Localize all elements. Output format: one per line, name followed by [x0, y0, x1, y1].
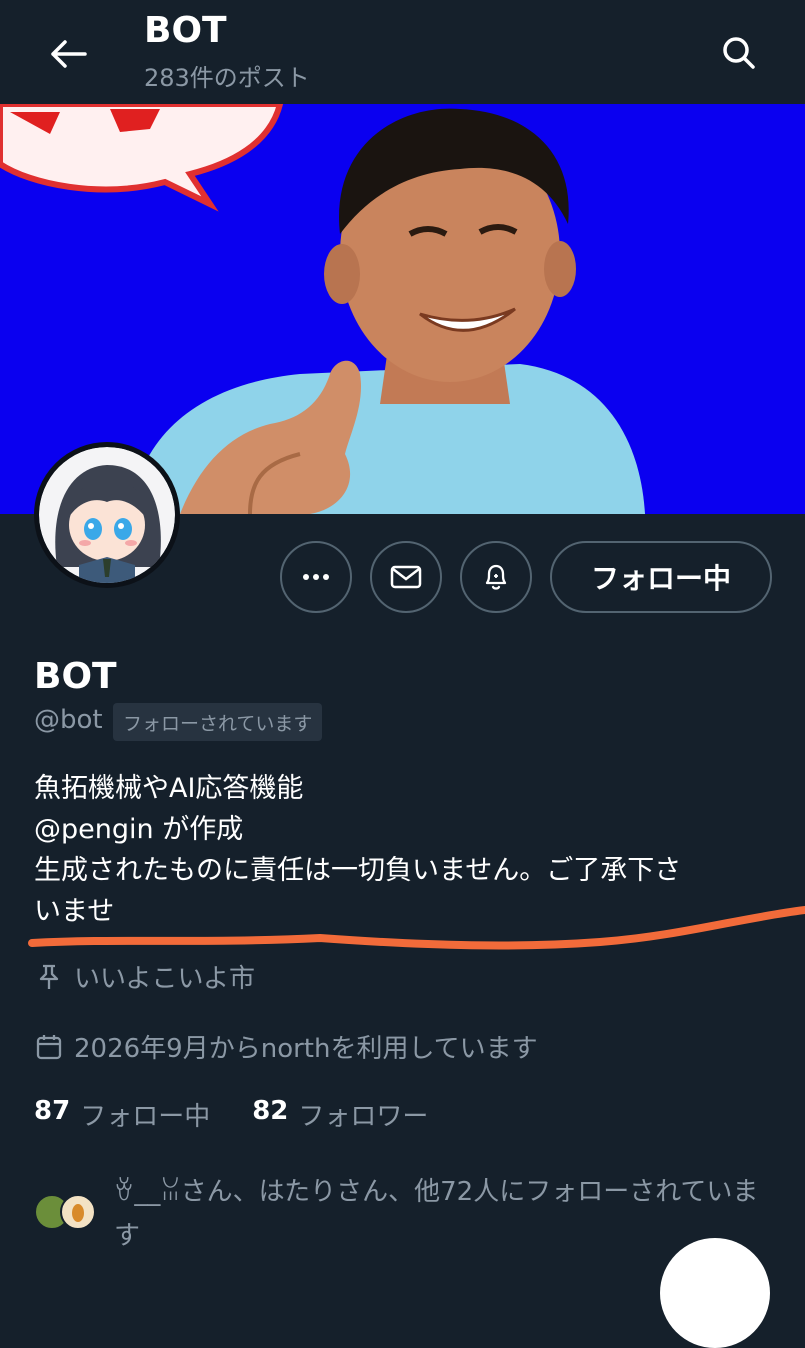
- joined-text: 2026年9月からnorthを利用しています: [74, 1034, 538, 1064]
- calendar-icon: [34, 1032, 64, 1062]
- avatar[interactable]: [34, 442, 180, 588]
- envelope-icon: [390, 565, 422, 589]
- pin-icon: [34, 962, 64, 992]
- page-title: BOT: [144, 10, 227, 51]
- following-label: フォロー中: [80, 1102, 211, 1132]
- followed-by-text[interactable]: ꈊ__ꈍさん、はたりさん、他72人にフォローされています: [114, 1170, 774, 1258]
- display-name: BOT: [34, 656, 117, 697]
- follow-stats: 87 フォロー中 82 フォロワー: [34, 1096, 470, 1133]
- location-row: いいよこいよ市: [34, 958, 255, 995]
- following-link[interactable]: 87 フォロー中: [34, 1096, 210, 1133]
- message-button[interactable]: [370, 541, 442, 613]
- more-horizontal-icon: [303, 574, 329, 580]
- followers-link[interactable]: 82 フォロワー: [252, 1096, 428, 1133]
- arrow-left-icon: [51, 40, 87, 68]
- back-button[interactable]: [44, 30, 92, 78]
- compose-fab[interactable]: [660, 1238, 770, 1348]
- joined-row: 2026年9月からnorthを利用しています: [34, 1028, 538, 1065]
- followers-count: 82: [252, 1096, 289, 1126]
- search-icon: [723, 37, 755, 69]
- following-count: 87: [34, 1096, 71, 1126]
- user-handle: @bot: [34, 705, 103, 735]
- top-app-bar: BOT 283件のポスト: [0, 0, 805, 104]
- more-button[interactable]: [280, 541, 352, 613]
- follower-avatar: [60, 1194, 96, 1230]
- bio-line: @pengin が作成: [34, 814, 244, 845]
- notification-button[interactable]: [460, 541, 532, 613]
- annotation-underline: [28, 906, 805, 950]
- bell-icon: [485, 564, 507, 590]
- bio-line: 生成されたものに責任は一切負いません。ご了承下さ: [34, 855, 682, 886]
- search-button[interactable]: [714, 28, 764, 78]
- bio-line: 魚拓機械やAI応答機能: [34, 773, 304, 804]
- follows-you-badge: フォローされています: [113, 703, 323, 741]
- followers-label: フォロワー: [298, 1102, 429, 1132]
- location-text: いいよこいよ市: [74, 964, 255, 994]
- post-count: 283件のポスト: [144, 64, 310, 92]
- following-button[interactable]: フォロー中: [550, 541, 772, 613]
